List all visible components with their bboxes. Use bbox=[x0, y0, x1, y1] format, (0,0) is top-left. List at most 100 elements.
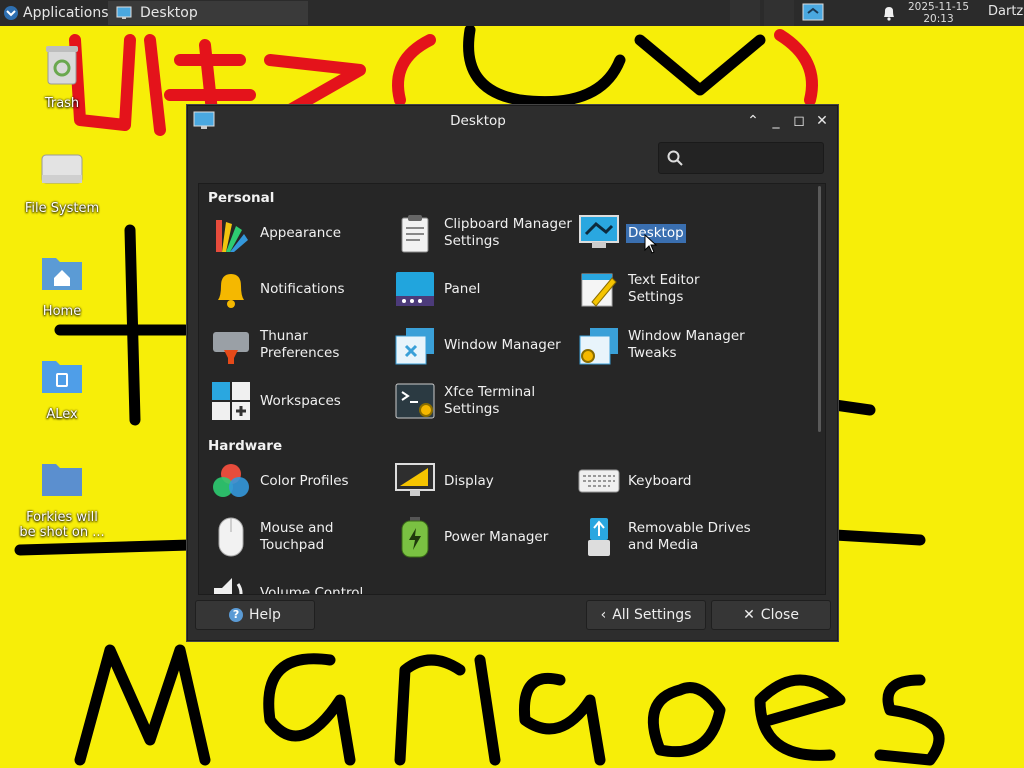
item-panel[interactable]: Panel bbox=[394, 266, 574, 312]
desktop-icon-file-system[interactable]: File System bbox=[17, 145, 107, 216]
item-label: Appearance bbox=[260, 224, 342, 241]
desktop-icon bbox=[579, 215, 619, 248]
window-manager-icon bbox=[395, 328, 434, 365]
desktop-icon-alex[interactable]: ALex bbox=[17, 351, 107, 422]
item-label: Mouse and Touchpad bbox=[260, 520, 334, 553]
workspace-1-button[interactable] bbox=[730, 0, 760, 26]
item-removable-drives[interactable]: Removable Drives and Media bbox=[578, 514, 758, 560]
item-label: Power Manager bbox=[444, 528, 549, 545]
close-icon: ✕ bbox=[743, 607, 755, 623]
item-label: Keyboard bbox=[628, 472, 692, 489]
terminal-icon bbox=[395, 383, 435, 419]
appearance-icon bbox=[216, 220, 248, 252]
window-title: Desktop bbox=[450, 113, 506, 129]
item-label: Color Profiles bbox=[260, 472, 349, 489]
close-label: Close bbox=[760, 607, 799, 623]
hard-drive-icon bbox=[41, 154, 83, 184]
item-label: Thunar Preferences bbox=[260, 328, 340, 361]
item-power-manager[interactable]: Power Manager bbox=[394, 514, 574, 560]
item-label: Display bbox=[444, 472, 494, 489]
clipboard-icon bbox=[401, 215, 429, 253]
desktop-settings-icon bbox=[116, 6, 132, 19]
xfce-logo-icon bbox=[4, 6, 18, 20]
desktop-icon-label: Forkies will be shot on ... bbox=[19, 510, 105, 540]
item-mouse-touchpad[interactable]: Mouse and Touchpad bbox=[210, 514, 390, 560]
trash-icon bbox=[46, 46, 78, 85]
item-thunar-preferences[interactable]: Thunar Preferences bbox=[210, 322, 390, 368]
close-window-button[interactable]: ✕ bbox=[813, 112, 831, 130]
top-panel: Applications ☰ Desktop 2025-11-15 20:13 … bbox=[0, 0, 1024, 26]
volume-icon bbox=[214, 578, 243, 594]
item-label: Removable Drives and Media bbox=[628, 520, 751, 553]
item-keyboard[interactable]: Keyboard bbox=[578, 458, 758, 504]
text-editor-icon bbox=[581, 273, 617, 307]
help-label: Help bbox=[249, 607, 281, 623]
section-hardware: Hardware bbox=[208, 438, 283, 454]
color-profiles-icon bbox=[213, 464, 249, 497]
applications-menu-button[interactable]: Applications ☰ bbox=[0, 0, 122, 26]
item-label: Panel bbox=[444, 280, 481, 297]
maximize-button[interactable]: ◻ bbox=[790, 112, 808, 130]
desktop-icon-home[interactable]: Home bbox=[17, 248, 107, 319]
item-xfce-terminal-settings[interactable]: Xfce Terminal Settings bbox=[394, 378, 574, 424]
desktop-icon-label: Trash bbox=[44, 96, 80, 111]
item-window-manager[interactable]: Window Manager bbox=[394, 322, 574, 368]
taskbar-button-desktop[interactable]: Desktop bbox=[108, 1, 308, 25]
clock-time: 20:13 bbox=[923, 13, 954, 25]
taskbar-label: Desktop bbox=[140, 5, 198, 21]
applications-label: Applications bbox=[23, 5, 109, 21]
item-color-profiles[interactable]: Color Profiles bbox=[210, 458, 390, 504]
mouse-icon bbox=[218, 517, 244, 557]
close-button[interactable]: ✕ Close bbox=[711, 600, 831, 630]
user-menu[interactable]: Dartz bbox=[988, 4, 1023, 19]
chevron-left-icon: ‹ bbox=[600, 607, 607, 623]
item-display[interactable]: Display bbox=[394, 458, 574, 504]
clock[interactable]: 2025-11-15 20:13 bbox=[908, 1, 969, 25]
all-settings-button[interactable]: ‹ All Settings bbox=[586, 600, 706, 630]
scrollbar[interactable] bbox=[818, 186, 821, 432]
search-input[interactable] bbox=[658, 142, 824, 174]
minimize-button[interactable]: _ bbox=[767, 112, 785, 130]
window-manager-tweaks-icon bbox=[579, 328, 618, 365]
item-label: Notifications bbox=[260, 280, 345, 297]
settings-list: Personal Appearance Clipboard Manager Se… bbox=[198, 183, 826, 595]
display-icon bbox=[395, 463, 435, 496]
bell-icon bbox=[218, 274, 244, 308]
desktop-icon-trash[interactable]: Trash bbox=[17, 40, 107, 111]
keyboard-icon bbox=[578, 469, 620, 493]
all-settings-label: All Settings bbox=[612, 607, 692, 623]
item-text-editor-settings[interactable]: Text Editor Settings bbox=[578, 266, 758, 312]
item-notifications[interactable]: Notifications bbox=[210, 266, 390, 312]
home-folder-icon bbox=[42, 258, 82, 290]
item-label: Clipboard Manager Settings bbox=[444, 216, 572, 249]
window-titlebar[interactable]: Desktop ⌃ _ ◻ ✕ bbox=[188, 106, 837, 136]
shade-button[interactable]: ⌃ bbox=[744, 112, 762, 130]
usb-drive-icon bbox=[588, 518, 610, 556]
item-appearance[interactable]: Appearance bbox=[210, 210, 390, 256]
help-icon: ? bbox=[229, 608, 244, 622]
help-button[interactable]: ? Help bbox=[195, 600, 315, 630]
section-personal: Personal bbox=[208, 190, 275, 206]
desktop-icon-forkies[interactable]: Forkies will be shot on ... bbox=[17, 454, 107, 540]
battery-icon bbox=[401, 517, 429, 558]
item-label: Volume Control bbox=[260, 584, 364, 595]
item-label: Xfce Terminal Settings bbox=[444, 384, 536, 417]
item-volume-control[interactable]: Volume Control bbox=[210, 570, 390, 595]
item-label: Window Manager bbox=[444, 336, 561, 353]
item-workspaces[interactable]: Workspaces bbox=[210, 378, 390, 424]
thunar-icon bbox=[213, 332, 249, 364]
item-desktop[interactable]: Desktop bbox=[578, 210, 758, 256]
item-window-manager-tweaks[interactable]: Window Manager Tweaks bbox=[578, 322, 758, 368]
settings-window: Desktop ⌃ _ ◻ ✕ Personal Appearance Clip… bbox=[187, 105, 838, 641]
item-clipboard-manager[interactable]: Clipboard Manager Settings bbox=[394, 210, 574, 256]
item-label: Window Manager Tweaks bbox=[628, 328, 745, 361]
mouse-cursor-icon bbox=[644, 234, 658, 254]
search-icon bbox=[667, 150, 683, 166]
desktop-icon-label: Home bbox=[42, 304, 82, 319]
notification-bell-icon[interactable] bbox=[882, 5, 896, 31]
desktop-icon-label: File System bbox=[24, 201, 100, 216]
workspace-2-button[interactable] bbox=[764, 0, 794, 26]
tray-display-icon[interactable] bbox=[802, 3, 824, 29]
item-label: Workspaces bbox=[260, 392, 341, 409]
folder-icon bbox=[42, 464, 82, 496]
